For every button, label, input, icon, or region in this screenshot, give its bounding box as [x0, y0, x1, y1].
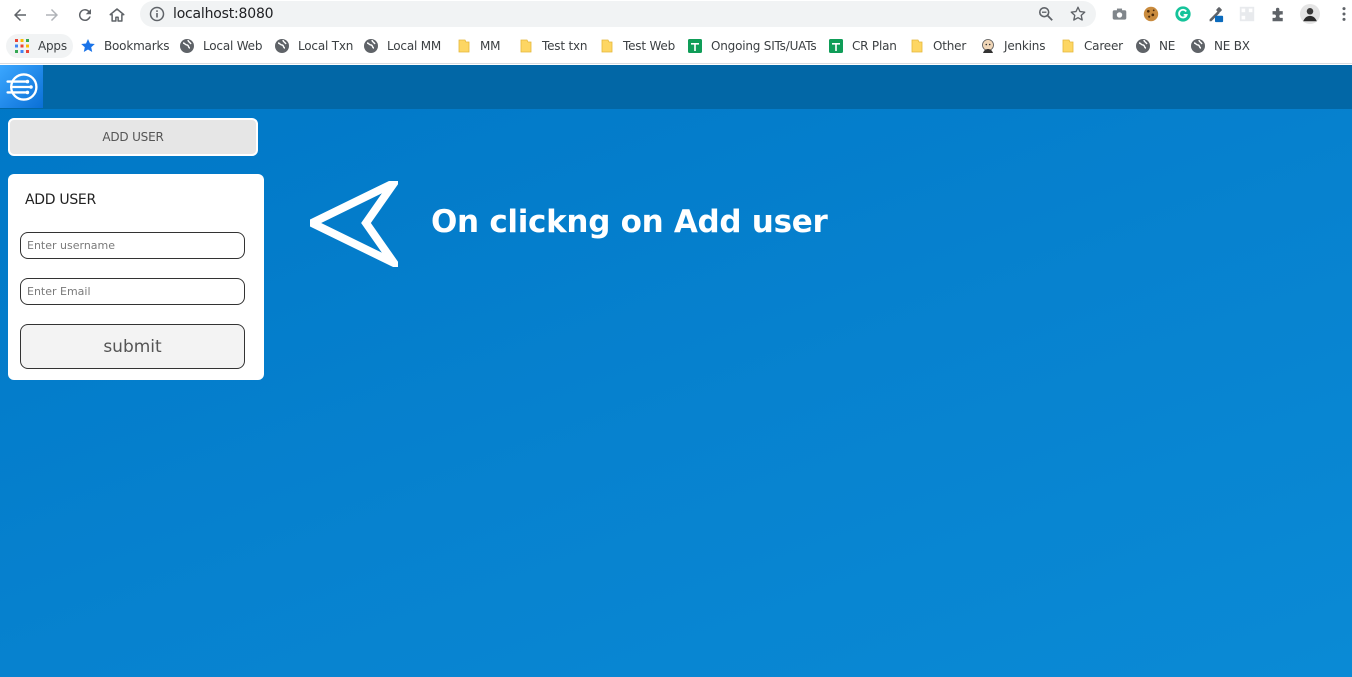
browser-toolbar: localhost:8080 [0, 0, 1352, 29]
bookmark-label: Bookmarks [104, 39, 170, 53]
eyedropper-icon[interactable] [1205, 4, 1225, 24]
folder-icon [599, 38, 615, 54]
apps-grid-icon [14, 38, 30, 54]
zoom-icon[interactable] [1037, 5, 1055, 23]
bookmark-label: CR Plan [852, 39, 897, 53]
camera-icon[interactable] [1109, 4, 1129, 24]
bookmark-label: Career [1084, 39, 1123, 53]
bookmark-folder-test-web[interactable]: Test Web [599, 34, 675, 58]
app-header [0, 65, 1352, 109]
menu-kebab-icon[interactable] [1334, 4, 1352, 24]
bookmark-label: MM [480, 39, 501, 53]
qr-extension-icon[interactable] [1237, 4, 1257, 24]
bookmark-folder-other[interactable]: Other [909, 34, 966, 58]
folder-icon [1060, 38, 1076, 54]
sheets-icon [687, 38, 703, 54]
bookmark-label: Local Web [203, 39, 263, 53]
bookmark-local-web[interactable]: Local Web [179, 34, 262, 58]
bookmark-local-mm[interactable]: Local MM [363, 34, 441, 58]
username-input[interactable] [20, 232, 245, 259]
app-logo-icon[interactable] [0, 65, 43, 108]
email-input[interactable] [20, 278, 245, 305]
bookmark-label: Other [933, 39, 967, 53]
extensions-puzzle-icon[interactable] [1268, 4, 1288, 24]
bookmark-label: NE [1159, 39, 1176, 53]
bookmark-local-txn[interactable]: Local Txn [274, 34, 353, 58]
bookmark-folder-mm[interactable]: MM [456, 34, 501, 58]
reload-icon[interactable] [73, 3, 97, 27]
panel-title: ADD USER [25, 192, 96, 208]
folder-icon [456, 38, 472, 54]
star-icon [80, 38, 96, 54]
app-viewport: ADD USER ADD USER submit On clickng on A… [0, 65, 1352, 677]
sheets-icon [828, 38, 844, 54]
back-arrow-icon[interactable] [8, 3, 32, 27]
submit-button[interactable]: submit [20, 324, 245, 369]
url-text: localhost:8080 [173, 6, 274, 22]
bookmark-ongoing-sits[interactable]: Ongoing SITs/UATs [687, 34, 817, 58]
bookmark-bookmarks[interactable]: Bookmarks [80, 34, 169, 58]
globe-icon [1135, 38, 1151, 54]
add-user-panel: ADD USER submit [8, 174, 264, 380]
annotation-text: On clickng on Add user [431, 204, 828, 240]
forward-arrow-icon[interactable] [40, 3, 64, 27]
folder-icon [909, 38, 925, 54]
bookmark-label: Local MM [387, 39, 442, 53]
bookmark-ne-bx[interactable]: NE BX [1190, 34, 1250, 58]
folder-icon [518, 38, 534, 54]
globe-icon [1190, 38, 1206, 54]
cookie-icon[interactable] [1141, 4, 1161, 24]
bookmark-folder-test-txn[interactable]: Test txn [518, 34, 587, 58]
home-icon[interactable] [105, 3, 129, 27]
add-user-button[interactable]: ADD USER [8, 118, 258, 156]
bookmark-apps[interactable]: Apps [6, 34, 73, 58]
bookmark-jenkins[interactable]: Jenkins [980, 34, 1045, 58]
globe-icon [363, 38, 379, 54]
grammarly-icon[interactable] [1173, 4, 1193, 24]
bookmark-label: NE BX [1214, 39, 1250, 53]
pointer-arrow-icon [310, 181, 398, 267]
bookmark-folder-career[interactable]: Career [1060, 34, 1123, 58]
globe-icon [274, 38, 290, 54]
bookmark-label: Test Web [623, 39, 676, 53]
bookmark-star-icon[interactable] [1069, 5, 1087, 23]
bookmark-label: Local Txn [298, 39, 354, 53]
bookmark-ne[interactable]: NE [1135, 34, 1175, 58]
jenkins-icon [980, 38, 996, 54]
globe-icon [179, 38, 195, 54]
bookmark-cr-plan[interactable]: CR Plan [828, 34, 897, 58]
address-bar[interactable]: localhost:8080 [140, 1, 1096, 27]
bookmark-label: Jenkins [1004, 39, 1046, 53]
bookmarks-bar: Apps Bookmarks Local Web Local Txn Local… [0, 29, 1352, 64]
bookmark-label: Test txn [542, 39, 588, 53]
bookmark-label: Apps [38, 39, 67, 53]
info-icon[interactable] [149, 6, 165, 22]
profile-avatar-icon[interactable] [1300, 4, 1320, 24]
bookmark-label: Ongoing SITs/UATs [711, 39, 817, 53]
